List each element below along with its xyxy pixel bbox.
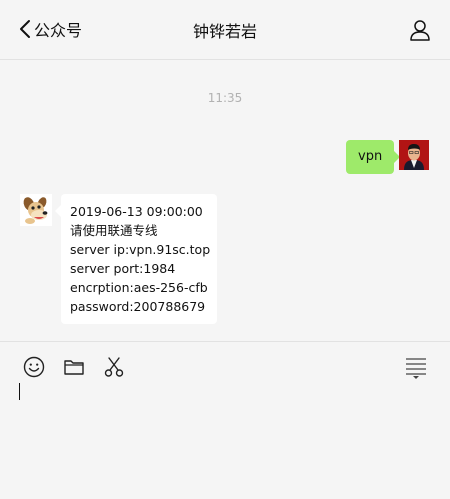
message-input-area[interactable]: [0, 341, 450, 499]
screenshot-button[interactable]: [103, 356, 125, 382]
message-timestamp: 11:35: [207, 91, 243, 105]
message-input[interactable]: [21, 383, 441, 483]
text-cursor: [19, 383, 20, 400]
chat-history-button[interactable]: [405, 356, 427, 384]
message-line: password:200788679: [70, 299, 206, 314]
user-icon: [410, 20, 430, 41]
my-avatar[interactable]: [399, 140, 429, 170]
message-line: server ip:vpn.91sc.top: [70, 242, 211, 257]
message-line: encrption:aes-256-cfb: [70, 280, 208, 295]
send-file-button[interactable]: [63, 356, 85, 382]
message-line: server port:1984: [70, 261, 176, 276]
chat-header: 公众号 钟铧若岩: [0, 0, 450, 60]
folder-icon: [64, 360, 84, 375]
message-list[interactable]: 11:35 vpn 2019-06-13 09:00:00 请使用联通专线 se…: [0, 61, 450, 341]
cartoon-dog-icon: [20, 194, 52, 226]
person-avatar-icon: [399, 140, 429, 170]
emoji-icon: [23, 356, 45, 378]
message-line: 请使用联通专线: [70, 223, 158, 238]
contact-avatar[interactable]: [20, 194, 52, 226]
message-line: 2019-06-13 09:00:00: [70, 204, 203, 219]
emoji-button[interactable]: [23, 356, 45, 382]
scissors-icon: [104, 357, 124, 377]
received-message-bubble[interactable]: 2019-06-13 09:00:00 请使用联通专线 server ip:vp…: [55, 194, 217, 324]
profile-button[interactable]: [409, 19, 431, 45]
chat-title: 钟铧若岩: [192, 22, 257, 41]
chat-history-icon: [406, 358, 426, 379]
sent-message-bubble[interactable]: vpn: [346, 140, 401, 174]
